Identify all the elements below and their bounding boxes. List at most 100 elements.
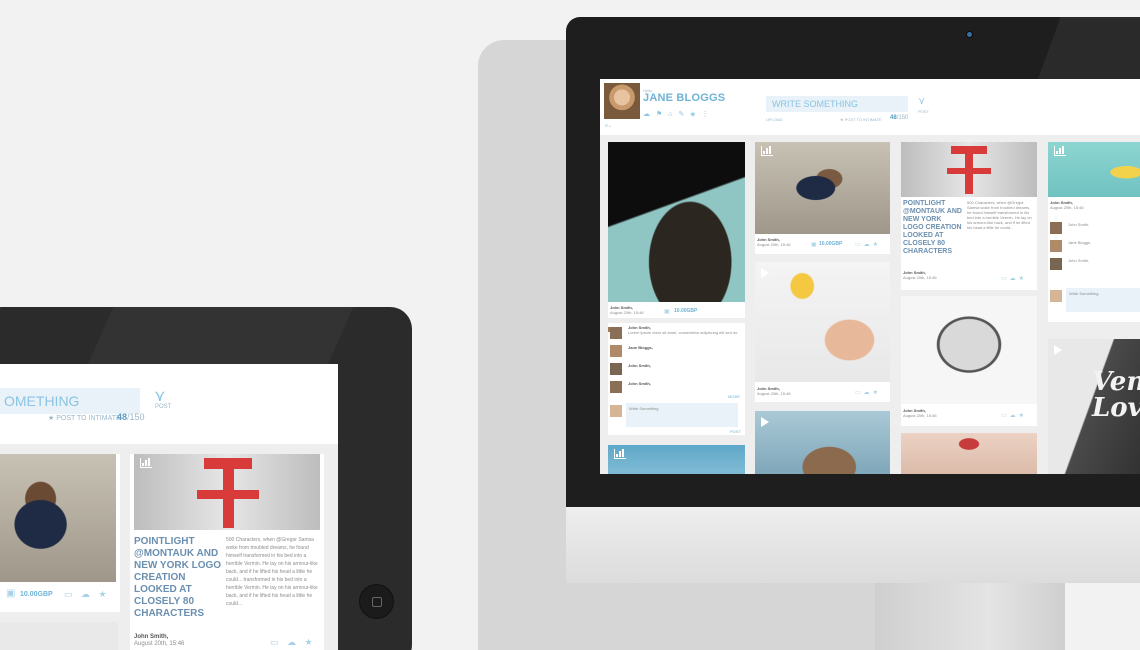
action-icons[interactable]: ▭☁★ xyxy=(1001,412,1027,419)
comment-input[interactable]: Write Something xyxy=(626,403,738,427)
post-card-sketch[interactable]: John Smith, August 20th, 15:46 ▭☁★ xyxy=(901,296,1037,426)
imac-screen: Hello, JANE BLOGGS ☁ ⚑ ⌂ ✎ ◈ ⋮ ≡⌄ WRITE … xyxy=(600,79,1140,474)
logo-image xyxy=(901,142,1037,197)
venice-lettering: Vene Love xyxy=(1092,367,1140,423)
avatar[interactable] xyxy=(604,83,640,119)
post-card-photo[interactable]: ▣ 10.00GBP ▭ ☁ ★ xyxy=(0,454,120,612)
post-date: August 20th, 15:46 xyxy=(1050,205,1084,210)
price[interactable]: 10.00GBP xyxy=(819,241,842,247)
price[interactable]: 10.00GBP xyxy=(674,308,697,314)
ipad-header: OMETHING ★ POST TO INTIMATE 48/150 ⋎ POS… xyxy=(0,364,338,444)
avatar xyxy=(1050,290,1062,302)
post-button[interactable]: POST xyxy=(155,404,171,410)
bag-icon: ▣ xyxy=(6,588,19,599)
char-count-max: /150 xyxy=(896,115,909,121)
action-icons[interactable]: ▭☁★ xyxy=(855,389,881,396)
post-card-logo[interactable]: POINTLIGHT @MONTAUK AND NEW YORK LOGO CR… xyxy=(130,454,324,650)
post-headline[interactable]: POINTLIGHT @MONTAUK AND NEW YORK LOGO CR… xyxy=(903,200,963,256)
comment-text: Lorem ipsum dolor sit amet, consectetur … xyxy=(628,330,738,335)
write-input[interactable]: WRITE SOMETHING xyxy=(766,96,908,112)
bar-chart-icon xyxy=(614,449,626,459)
char-count: 48/150 xyxy=(117,412,145,422)
logo-image xyxy=(134,454,320,530)
play-icon[interactable] xyxy=(761,268,769,278)
char-count-value: 48 xyxy=(117,412,128,422)
post-headline[interactable]: POINTLIGHT @MONTAUK AND NEW YORK LOGO CR… xyxy=(134,536,222,620)
bar-chart-icon xyxy=(761,146,773,156)
post-card-video[interactable]: John Smith, August 20th, 15:46 ▭☁★ xyxy=(755,262,890,402)
action-icons[interactable]: ▭☁★ xyxy=(1001,275,1027,282)
menu-icon[interactable]: ≡⌄ xyxy=(605,123,612,129)
comment-author: John Smith, xyxy=(1068,258,1090,263)
post-author: John Smith, August 20th, 15:46 xyxy=(757,386,791,396)
avatar xyxy=(610,405,622,417)
montauk-logo xyxy=(947,146,991,194)
imac-stand-gap xyxy=(1065,583,1140,650)
bird-icon[interactable]: ⋎ xyxy=(154,386,166,406)
avatar xyxy=(1050,240,1062,252)
comment-author: Jane Bloggs, xyxy=(1068,240,1092,245)
post-author: John Smith, August 20th, 15:46 xyxy=(903,408,937,418)
post-card-teaser[interactable] xyxy=(0,622,118,650)
comment-post-button[interactable]: POST xyxy=(730,429,741,434)
price[interactable]: 10.00GBP xyxy=(20,591,53,598)
post-card-photo[interactable]: John Smith, August 20th, 15:46 ▣ 10.00GBP… xyxy=(755,142,890,254)
bar-chart-icon xyxy=(1054,146,1066,156)
post-body: 500 Characters, when @Gregor Samsa woke … xyxy=(967,200,1032,230)
char-count: 48/150 xyxy=(890,115,908,121)
post-card-lips[interactable] xyxy=(901,433,1037,474)
post-date: August 20th, 15:46 xyxy=(610,310,644,315)
app-header: Hello, JANE BLOGGS ☁ ⚑ ⌂ ✎ ◈ ⋮ ≡⌄ WRITE … xyxy=(600,79,1140,135)
avatar xyxy=(610,345,622,357)
action-icons[interactable]: ▭☁★ xyxy=(855,241,881,248)
more-link[interactable]: MORE xyxy=(728,394,740,399)
comment-4: John Smith, xyxy=(628,381,651,386)
comment-input[interactable]: Write Something xyxy=(1066,288,1140,312)
avatar xyxy=(610,327,622,339)
post-button[interactable]: POST xyxy=(918,109,929,114)
action-icons[interactable]: ▭ ☁ ★ xyxy=(270,637,316,648)
post-card-banana[interactable]: John Smith, August 20th, 15:46 John Smith… xyxy=(1048,142,1140,322)
post-to-intimate-label: POST TO INTIMATE xyxy=(56,415,121,422)
bar-chart-icon xyxy=(140,458,152,468)
post-author-name: John Smith, xyxy=(134,634,169,640)
nav-icons[interactable]: ☁ ⚑ ⌂ ✎ ◈ ⋮ xyxy=(643,110,710,118)
bird-icon[interactable]: ⋎ xyxy=(918,96,925,107)
post-card-venice[interactable]: Vene Love xyxy=(1048,339,1140,474)
post-to-intimate[interactable]: ★ POST TO INTIMATE xyxy=(840,117,882,122)
action-icons[interactable]: ▭ ☁ ★ xyxy=(64,589,110,600)
upload-link[interactable]: UPLOAD xyxy=(766,117,782,122)
char-count-max: /150 xyxy=(127,412,145,422)
post-card-logo[interactable]: POINTLIGHT @MONTAUK AND NEW YORK LOGO CR… xyxy=(901,142,1037,290)
write-input[interactable]: OMETHING xyxy=(0,388,140,414)
bag-icon: ▣ xyxy=(664,309,673,315)
banana-image xyxy=(1048,142,1140,197)
ipad-screen: OMETHING ★ POST TO INTIMATE 48/150 ⋎ POS… xyxy=(0,364,338,650)
portrait-image xyxy=(608,142,745,302)
post-card-portrait[interactable]: John Smith, August 20th, 15:46 ▣ 10.00GBP xyxy=(608,142,745,318)
play-icon[interactable] xyxy=(1054,345,1062,355)
user-name[interactable]: JANE BLOGGS xyxy=(643,92,725,104)
post-to-intimate[interactable]: ★ POST TO INTIMATE xyxy=(48,414,121,422)
post-date: August 20th, 15:46 xyxy=(134,641,185,647)
ipad-glare xyxy=(86,307,354,367)
post-author: John Smith, August 20th, 15:46 xyxy=(134,634,184,648)
imac-chin xyxy=(566,507,1140,583)
venice-image: Vene Love xyxy=(1048,339,1140,474)
avatar xyxy=(1050,222,1062,234)
photo-image xyxy=(755,142,890,234)
imac-stand xyxy=(875,583,1065,650)
comment-author: Jane Bloggs, xyxy=(628,345,653,350)
post-card-girl[interactable] xyxy=(755,411,890,474)
sketch-image xyxy=(901,296,1037,404)
avatar xyxy=(610,381,622,393)
post-card-teaser[interactable] xyxy=(608,445,745,474)
comment-author: John Smith, xyxy=(628,363,651,368)
avatar xyxy=(610,363,622,375)
play-icon[interactable] xyxy=(761,417,769,427)
home-button[interactable] xyxy=(359,584,394,619)
comment-author: John Smith, xyxy=(1068,222,1090,227)
lips-image xyxy=(901,433,1037,474)
comment-author: John Smith, xyxy=(628,381,651,386)
post-author: John Smith, August 20th, 15:46 xyxy=(903,270,937,280)
